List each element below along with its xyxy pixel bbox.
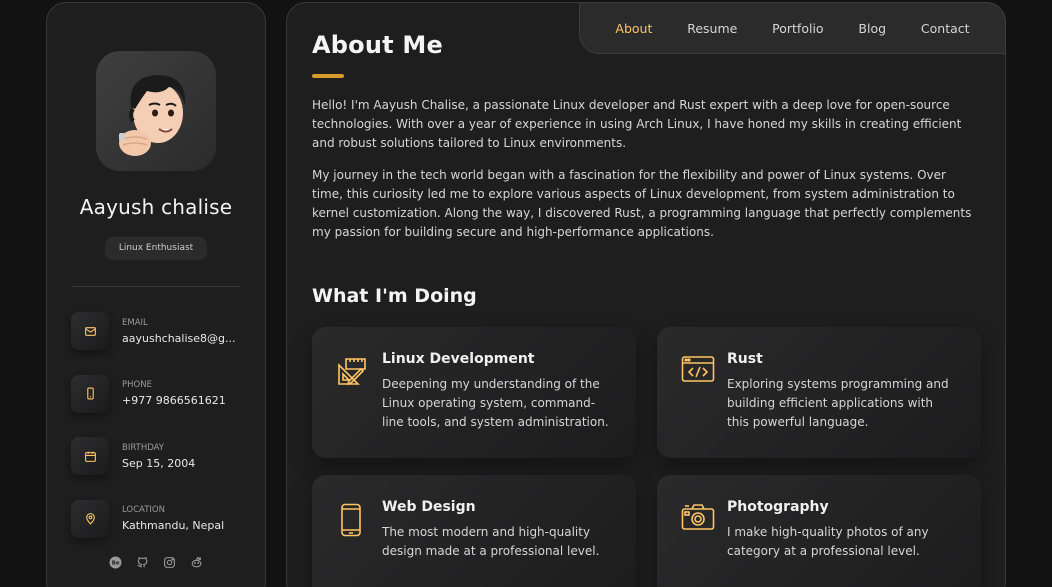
service-title: Linux Development [382, 351, 535, 367]
sidebar: Aayush chalise Linux Enthusiast EMAIL aa… [46, 2, 266, 587]
about-paragraph: Hello! I'm Aayush Chalise, a passionate … [312, 98, 962, 150]
avatar [96, 51, 216, 171]
instagram-icon[interactable] [163, 555, 177, 569]
mail-icon [71, 312, 109, 350]
service-card: Rust Exploring systems programming and b… [657, 327, 981, 458]
services-grid: Linux Development Deepening my understan… [312, 327, 981, 587]
service-card: Photography I make high-quality photos o… [657, 475, 981, 587]
service-text: I make high-quality photos of any catego… [727, 525, 929, 558]
nav-about[interactable]: About [615, 21, 652, 36]
smartphone-icon [336, 499, 376, 582]
phone-link[interactable]: +977 9866561621 [122, 394, 237, 407]
service-title: Rust [727, 351, 763, 367]
design-tools-icon [336, 351, 376, 434]
nav-contact[interactable]: Contact [921, 21, 970, 36]
role-badge: Linux Enthusiast [105, 237, 207, 260]
contact-location: LOCATION Kathmandu, Nepal [71, 499, 241, 539]
email-link[interactable]: aayushchalise8@g... [122, 332, 237, 345]
calendar-icon [71, 437, 109, 475]
service-card: Web Design The most modern and high-qual… [312, 475, 636, 587]
location-value: Kathmandu, Nepal [122, 519, 225, 532]
service-title: Web Design [382, 499, 476, 515]
service-text: The most modern and high-quality design … [382, 525, 600, 558]
svg-text:Be: Be [112, 560, 120, 566]
birthday-value: Sep 15, 2004 [122, 456, 196, 470]
phone-icon [71, 374, 109, 413]
service-text: Exploring systems programming and buildi… [727, 377, 949, 429]
contacts-list: EMAIL aayushchalise8@g... PHONE +977 986… [71, 311, 241, 539]
contact-email: EMAIL aayushchalise8@g... [71, 311, 241, 351]
contact-label: BIRTHDAY [122, 442, 164, 453]
nav-resume[interactable]: Resume [687, 21, 737, 36]
about-paragraph: My journey in the tech world began with … [312, 168, 972, 239]
sidebar-separator [71, 286, 241, 287]
nav-portfolio[interactable]: Portfolio [772, 21, 823, 36]
nav-blog[interactable]: Blog [858, 21, 886, 36]
contact-birthday: BIRTHDAY Sep 15, 2004 [71, 436, 241, 476]
contact-label: EMAIL [122, 317, 148, 328]
section-title: What I'm Doing [312, 285, 477, 307]
code-window-icon [681, 351, 721, 434]
profile-name: Aayush chalise [79, 195, 233, 219]
github-icon[interactable] [136, 555, 150, 569]
contact-label: PHONE [122, 380, 152, 390]
service-text: Deepening my understanding of the Linux … [382, 377, 609, 429]
title-underline [312, 74, 344, 78]
contact-label: LOCATION [122, 505, 165, 515]
reddit-icon[interactable] [190, 555, 204, 569]
location-icon [71, 499, 109, 538]
navbar: About Resume Portfolio Blog Contact [579, 2, 1006, 54]
social-links: Be [71, 555, 241, 569]
service-card: Linux Development Deepening my understan… [312, 327, 636, 458]
service-title: Photography [727, 499, 829, 515]
main-content: About Resume Portfolio Blog Contact Abou… [286, 2, 1006, 587]
camera-icon [681, 499, 721, 582]
contact-phone: PHONE +977 9866561621 [71, 374, 241, 414]
behance-icon[interactable]: Be [109, 555, 123, 569]
